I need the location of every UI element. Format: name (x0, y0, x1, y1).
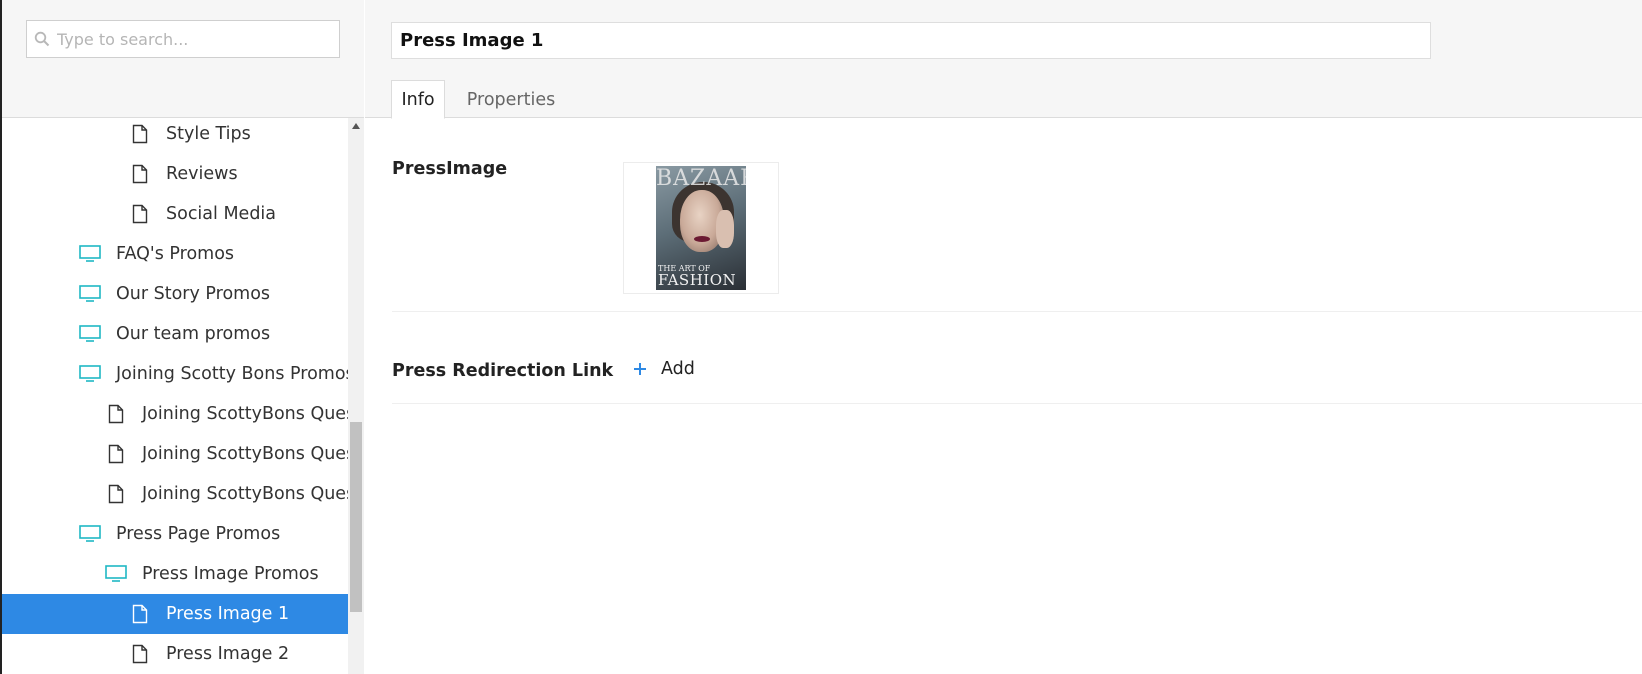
monitor-icon (78, 522, 102, 546)
scroll-thumb[interactable] (350, 422, 362, 612)
tree-item-label: Joining ScottyBons Questions (142, 404, 348, 424)
tree-item-label: Press Image 2 (166, 644, 290, 664)
tree-item-label: Press Image 1 (166, 604, 290, 624)
document-icon (104, 482, 128, 506)
content-tree: Style Tips Reviews Social Media FAQ's Promo… (2, 118, 348, 674)
monitor-icon (78, 322, 102, 346)
press-redirection-link-label: Press Redirection Link (392, 361, 614, 381)
document-icon (128, 162, 152, 186)
tree-item-label: Reviews (166, 164, 238, 184)
document-icon (128, 122, 152, 146)
monitor-icon (78, 282, 102, 306)
document-icon (128, 642, 152, 666)
tree-item-label: FAQ's Promos (116, 244, 235, 264)
tree-item-label: Social Media (166, 204, 277, 224)
magazine-cover-image: BAZAAR THE ART OF FASHION (656, 166, 746, 290)
search-icon (27, 21, 57, 57)
monitor-icon (78, 242, 102, 266)
tree-item[interactable]: Reviews (2, 154, 348, 194)
search-box[interactable] (26, 20, 340, 58)
tree-item[interactable]: Press Image 2 (2, 634, 348, 674)
tree-item[interactable]: Joining ScottyBons Questions (2, 434, 348, 474)
tree-item[interactable]: Joining ScottyBons Questions (2, 474, 348, 514)
document-icon (104, 402, 128, 426)
document-icon (104, 442, 128, 466)
document-icon (128, 602, 152, 626)
tree-item[interactable]: Press Page Promos (2, 514, 348, 554)
tree-item[interactable]: Joining Scotty Bons Promos (2, 354, 348, 394)
tree-item[interactable]: Press Image Promos (2, 554, 348, 594)
tree-item-label: Press Page Promos (116, 524, 281, 544)
tree-header (2, 0, 364, 118)
press-image-thumbnail[interactable]: BAZAAR THE ART OF FASHION (623, 162, 779, 294)
tree-item[interactable]: Joining ScottyBons Questions (2, 394, 348, 434)
tree-item[interactable]: Style Tips (2, 118, 348, 154)
editor-content: PressImage BAZAAR THE ART OF FASHION Pre… (365, 119, 1642, 674)
divider (392, 311, 1642, 312)
divider (392, 403, 1642, 404)
tree-item[interactable]: Our team promos (2, 314, 348, 354)
tree-item[interactable]: FAQ's Promos (2, 234, 348, 274)
editor-header: Info Properties (365, 0, 1642, 119)
press-image-label: PressImage (392, 159, 508, 179)
tree-item-label: Our team promos (116, 324, 271, 344)
tree-item[interactable]: Press Image 1 (2, 594, 348, 634)
add-link-button[interactable]: Add (633, 355, 695, 383)
tree-item[interactable]: Our Story Promos (2, 274, 348, 314)
tree-item-label: Joining Scotty Bons Promos (116, 364, 348, 384)
scroll-up-arrow-icon[interactable] (348, 118, 364, 134)
tree-item-label: Style Tips (166, 124, 251, 144)
plus-icon (633, 362, 647, 376)
cover-masthead: BAZAAR (656, 166, 746, 191)
add-link-label: Add (661, 359, 695, 379)
node-name-input[interactable] (391, 22, 1431, 59)
tree-item-label: Joining ScottyBons Questions (142, 444, 348, 464)
monitor-icon (104, 562, 128, 586)
search-input[interactable] (57, 22, 327, 56)
tree-item[interactable]: Social Media (2, 194, 348, 234)
tree-item-label: Joining ScottyBons Questions (142, 484, 348, 504)
tree-item-label: Our Story Promos (116, 284, 271, 304)
document-icon (128, 202, 152, 226)
tree-item-label: Press Image Promos (142, 564, 319, 584)
content-tree-pane: Style Tips Reviews Social Media FAQ's Promo… (2, 0, 364, 674)
monitor-icon (78, 362, 102, 386)
tab-info[interactable]: Info (391, 80, 445, 119)
tree-scrollbar[interactable] (348, 118, 364, 674)
tab-properties[interactable]: Properties (451, 80, 571, 119)
cover-line-2: FASHION (658, 271, 737, 289)
